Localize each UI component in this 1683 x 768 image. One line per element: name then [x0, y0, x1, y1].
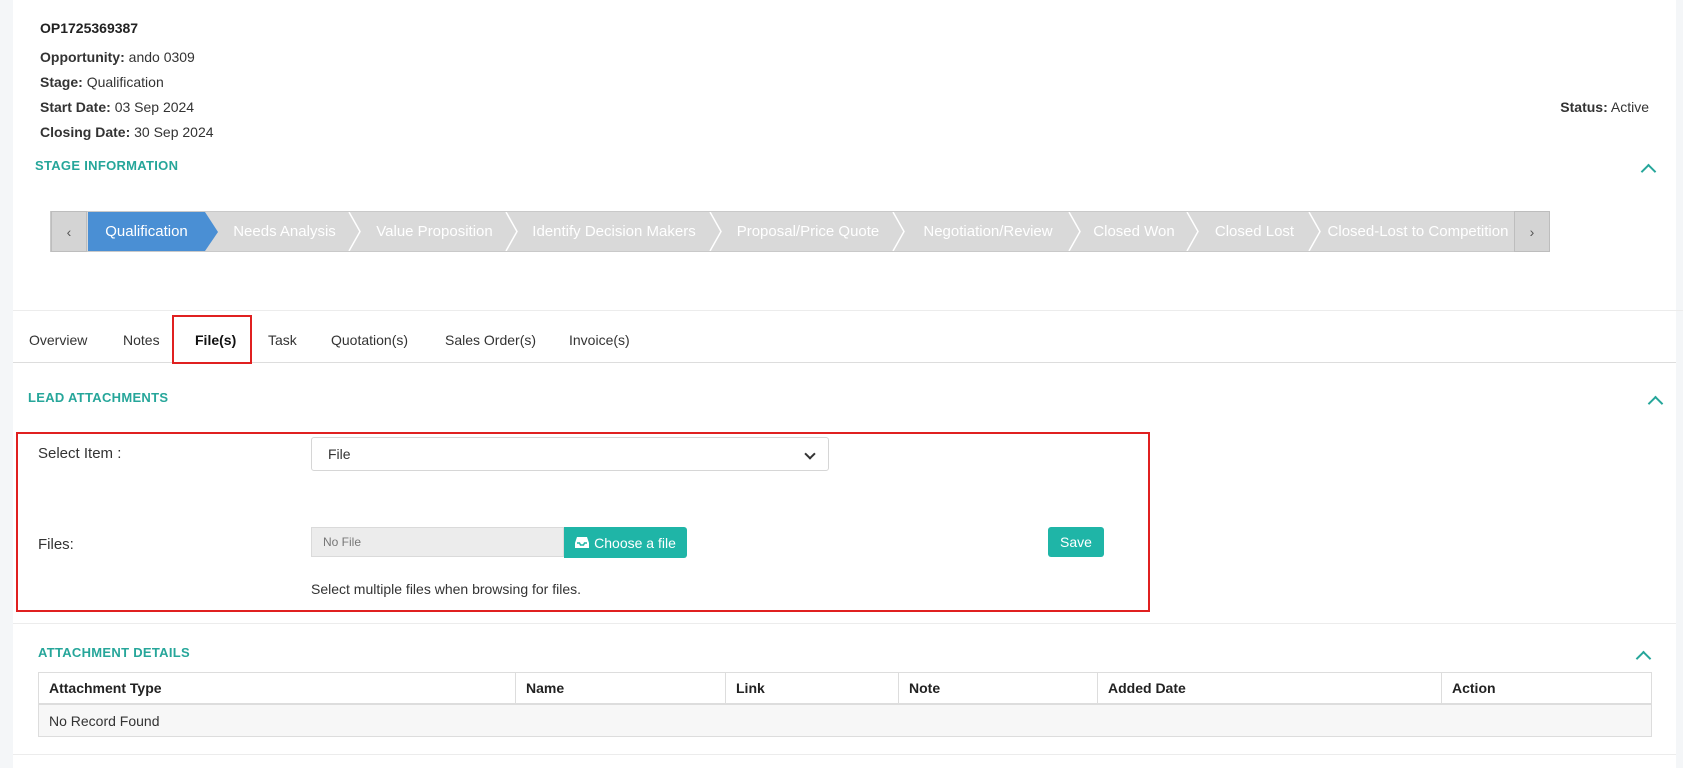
- stage-separator: [348, 212, 362, 251]
- tab-notes[interactable]: Notes: [123, 332, 160, 348]
- tab-task[interactable]: Task: [268, 332, 297, 348]
- left-gutter: [0, 0, 13, 768]
- chevron-right-icon: ›: [1529, 223, 1535, 240]
- table-row: No Record Found: [38, 703, 1652, 737]
- inbox-icon: [575, 537, 590, 548]
- stage-closed-lost[interactable]: Closed Lost: [1200, 212, 1309, 251]
- stage-information-title: STAGE INFORMATION: [35, 158, 179, 173]
- no-record-message: No Record Found: [38, 703, 1652, 737]
- closing-date-value: 30 Sep 2024: [134, 124, 214, 140]
- stage-separator: [1186, 212, 1200, 251]
- stage-qualification[interactable]: Qualification: [88, 212, 205, 251]
- opportunity-id: OP1725369387: [40, 20, 139, 36]
- opportunity-label: Opportunity:: [40, 49, 125, 65]
- multiple-files-hint: Select multiple files when browsing for …: [311, 581, 582, 597]
- column-added-date: Added Date: [1097, 672, 1442, 705]
- attachment-table: Attachment Type Name Link Note Added Dat…: [38, 672, 1652, 737]
- tab-sales-orders[interactable]: Sales Order(s): [445, 332, 536, 348]
- start-date-line: Start Date: 03 Sep 2024: [40, 99, 194, 115]
- files-label: Files:: [38, 536, 74, 553]
- select-item-label: Select Item :: [38, 445, 122, 462]
- opportunity-value: ando 0309: [128, 49, 195, 65]
- start-date-label: Start Date:: [40, 99, 111, 115]
- stage-closed-lost-to-competition[interactable]: Closed-Lost to Competition: [1322, 212, 1514, 251]
- stage-separator: [892, 212, 906, 251]
- start-date-value: 03 Sep 2024: [114, 99, 195, 115]
- opportunity-line: Opportunity: ando 0309: [40, 49, 195, 65]
- stage-separator: [1308, 212, 1322, 251]
- lead-attachments-title: LEAD ATTACHMENTS: [28, 390, 169, 405]
- stage-proposal-price-quote[interactable]: Proposal/Price Quote: [723, 212, 893, 251]
- status-label: Status:: [1560, 99, 1608, 115]
- table-header-row: Attachment Type Name Link Note Added Dat…: [38, 672, 1652, 705]
- stage-separator: [709, 212, 723, 251]
- stage-negotiation-review[interactable]: Negotiation/Review: [906, 212, 1070, 251]
- closing-date-label: Closing Date:: [40, 124, 131, 140]
- stage-needs-analysis[interactable]: Needs Analysis: [219, 212, 350, 251]
- chevron-left-icon: ‹: [66, 223, 72, 240]
- section-divider: [13, 623, 1676, 624]
- column-attachment-type: Attachment Type: [38, 672, 516, 705]
- tab-overview[interactable]: Overview: [29, 332, 87, 348]
- stage-value: Qualification: [86, 74, 164, 90]
- column-link: Link: [725, 672, 899, 705]
- stage-identify-decision-makers[interactable]: Identify Decision Makers: [519, 212, 709, 251]
- stage-label: Stage:: [40, 74, 83, 90]
- tab-files-highlight: [172, 315, 252, 364]
- stage-separator: [505, 212, 519, 251]
- column-name: Name: [515, 672, 726, 705]
- chevron-down-icon: [804, 448, 816, 460]
- stage-value-proposition[interactable]: Value Proposition: [362, 212, 507, 251]
- collapse-lead-attachments-icon[interactable]: [1647, 395, 1664, 412]
- stage-line: Stage: Qualification: [40, 74, 164, 90]
- tabs-divider: [13, 362, 1676, 363]
- choose-file-label: Choose a file: [594, 534, 676, 551]
- collapse-attachment-details-icon[interactable]: [1635, 650, 1652, 667]
- column-note: Note: [898, 672, 1098, 705]
- file-name-field: No File: [311, 527, 564, 557]
- stage-arrow: [205, 212, 218, 251]
- column-action: Action: [1441, 672, 1652, 705]
- stage-prev-button[interactable]: ‹: [51, 211, 87, 252]
- tab-invoices[interactable]: Invoice(s): [569, 332, 630, 348]
- choose-file-button[interactable]: Choose a file: [564, 527, 687, 558]
- stage-separator: [1068, 212, 1082, 251]
- select-item-dropdown[interactable]: File: [311, 437, 829, 471]
- closing-date-line: Closing Date: 30 Sep 2024: [40, 124, 214, 140]
- summary-panel: [13, 0, 1683, 311]
- attachment-details-title: ATTACHMENT DETAILS: [38, 645, 190, 660]
- save-button[interactable]: Save: [1048, 527, 1104, 557]
- stage-closed-won[interactable]: Closed Won: [1082, 212, 1186, 251]
- status-line: Status: Active: [1560, 99, 1649, 115]
- select-item-value: File: [328, 446, 351, 462]
- status-value: Active: [1610, 99, 1649, 115]
- stage-next-button[interactable]: ›: [1514, 211, 1550, 252]
- bottom-divider: [13, 754, 1676, 755]
- tab-quotations[interactable]: Quotation(s): [331, 332, 408, 348]
